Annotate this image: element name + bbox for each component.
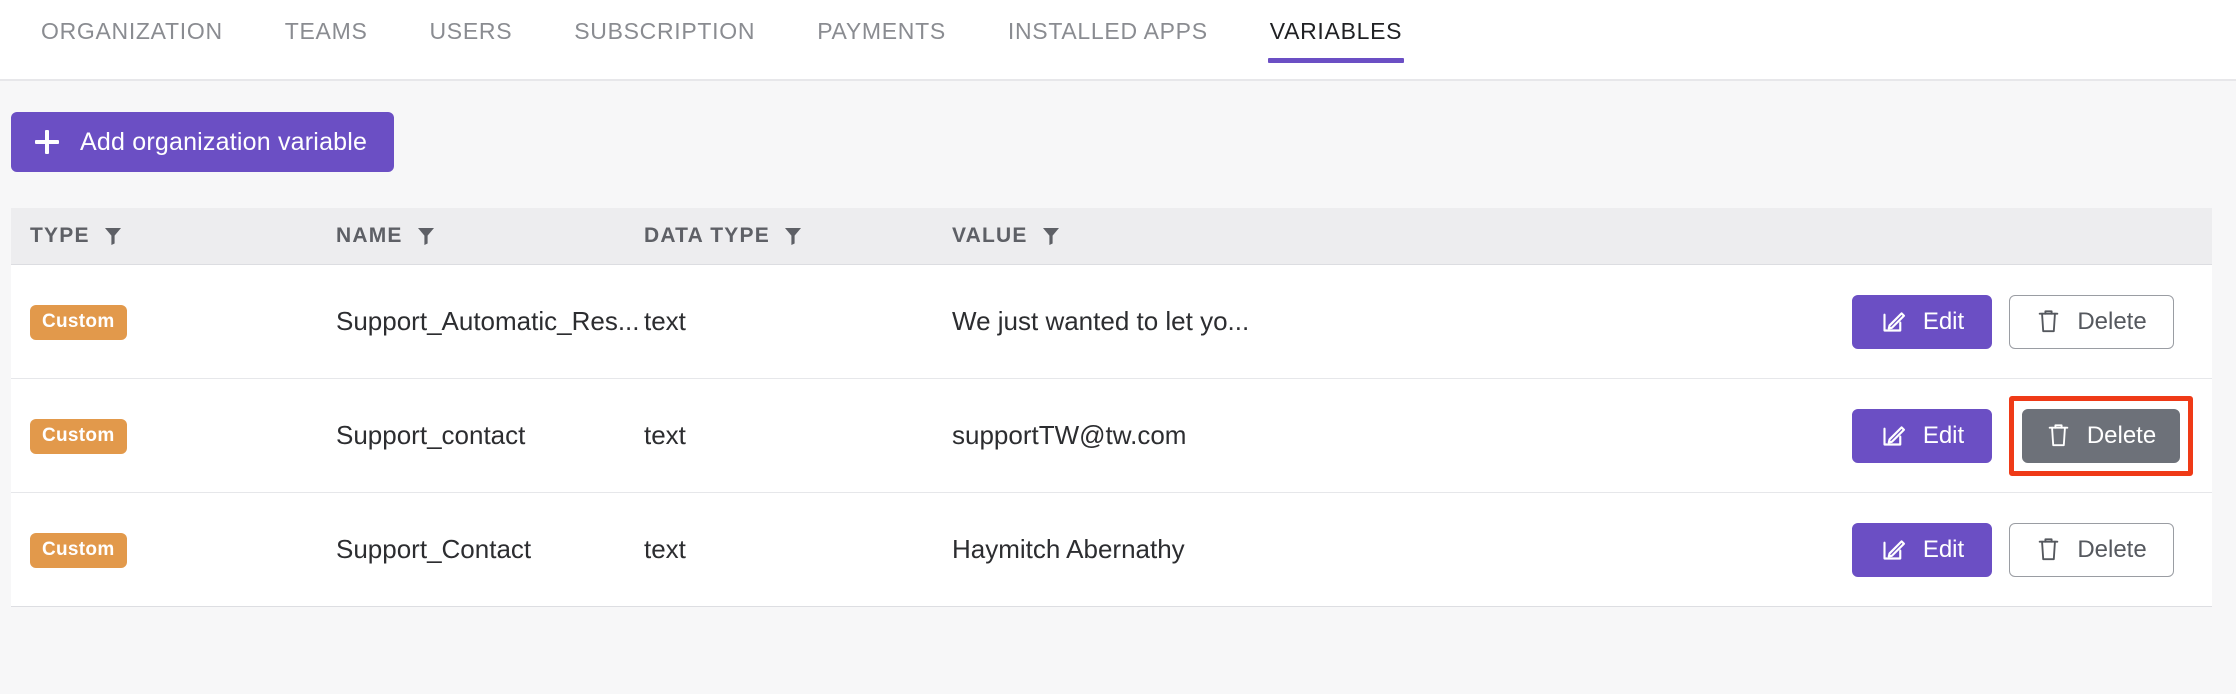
edit-button-label: Edit	[1922, 535, 1965, 563]
filter-funnel-icon[interactable]	[417, 226, 435, 246]
tab-subscription[interactable]: SUBSCRIPTION	[543, 0, 786, 62]
column-header-type-label: TYPE	[30, 224, 90, 247]
tab-label: USERS	[429, 17, 513, 44]
table-body: Custom Support_Automatic_Res... text We jus…	[11, 265, 2212, 607]
trash-icon	[2046, 422, 2071, 449]
tab-variables[interactable]: VARIABLES	[1239, 0, 1433, 63]
delete-button-label: Delete	[2086, 421, 2157, 449]
cell-type: Custom	[11, 303, 336, 340]
cell-data-type: text	[644, 306, 686, 336]
filter-funnel-icon[interactable]	[1042, 226, 1060, 246]
cell-actions: Edit Delete	[1852, 294, 2212, 349]
delete-button[interactable]: Delete	[2009, 294, 2174, 349]
add-organization-variable-button[interactable]: Add organization variable	[11, 112, 395, 172]
active-tab-underline	[1267, 58, 1405, 63]
delete-button-highlight-box: Delete	[2009, 395, 2193, 476]
tab-label: SUBSCRIPTION	[574, 17, 756, 44]
cell-type: Custom	[11, 417, 336, 454]
type-badge: Custom	[30, 419, 127, 454]
tab-label: ORGANIZATION	[41, 17, 223, 44]
cell-type: Custom	[11, 531, 336, 568]
tab-users[interactable]: USERS	[399, 0, 544, 62]
tab-organization[interactable]: ORGANIZATION	[10, 0, 254, 62]
delete-button[interactable]: Delete	[2009, 522, 2174, 577]
tab-installed-apps[interactable]: INSTALLED APPS	[977, 0, 1239, 62]
type-badge: Custom	[30, 533, 127, 568]
trash-icon	[2036, 536, 2061, 563]
tab-label: VARIABLES	[1269, 17, 1403, 44]
table-row: Custom Support_contact text supportTW@tw.co…	[11, 379, 2212, 493]
column-header-data-type: DATA TYPE	[644, 224, 952, 248]
row-action-buttons: Edit Delete	[1852, 522, 2174, 577]
filter-funnel-icon[interactable]	[104, 226, 122, 246]
variables-table: TYPE NAME DATA TYPE VALUE Custom Support…	[11, 208, 2212, 607]
tab-teams[interactable]: TEAMS	[254, 0, 399, 62]
edit-button[interactable]: Edit	[1852, 408, 1992, 463]
column-header-name: NAME	[336, 224, 644, 248]
edit-button-label: Edit	[1922, 307, 1965, 335]
edit-button-label: Edit	[1922, 421, 1965, 449]
tab-label: INSTALLED APPS	[1007, 17, 1208, 44]
delete-button-label: Delete	[2077, 307, 2147, 335]
cell-actions: Edit Delete	[1852, 522, 2212, 577]
edit-pencil-square-icon	[1880, 308, 1907, 335]
add-organization-variable-label: Add organization variable	[80, 127, 368, 156]
column-header-data-type-label: DATA TYPE	[644, 224, 770, 247]
cell-value: We just wanted to let yo...	[952, 306, 1250, 336]
delete-button[interactable]: Delete	[2022, 408, 2180, 463]
cell-actions: Edit Delete	[1852, 395, 2212, 476]
type-badge: Custom	[30, 305, 127, 340]
plus-icon	[35, 130, 59, 154]
edit-pencil-square-icon	[1880, 422, 1907, 449]
row-action-buttons: Edit Delete	[1852, 294, 2174, 349]
delete-button-label: Delete	[2077, 535, 2147, 563]
toolbar: Add organization variable	[0, 81, 2236, 172]
column-header-name-label: NAME	[336, 224, 403, 247]
cell-name: Support_contact	[336, 420, 526, 450]
row-action-buttons: Edit Delete	[1852, 395, 2193, 476]
filter-funnel-icon[interactable]	[784, 226, 802, 246]
edit-button[interactable]: Edit	[1852, 294, 1992, 349]
table-row: Custom Support_Automatic_Res... text We jus…	[11, 265, 2212, 379]
cell-value: supportTW@tw.com	[952, 420, 1187, 450]
column-header-value-label: VALUE	[952, 224, 1028, 247]
trash-icon	[2036, 308, 2061, 335]
edit-button[interactable]: Edit	[1852, 522, 1992, 577]
cell-value: Haymitch Abernathy	[952, 534, 1185, 564]
tab-label: PAYMENTS	[817, 17, 946, 44]
cell-name: Support_Automatic_Res...	[336, 306, 640, 336]
edit-pencil-square-icon	[1880, 536, 1907, 563]
cell-name: Support_Contact	[336, 534, 532, 564]
column-header-value: VALUE	[952, 224, 1852, 248]
cell-data-type: text	[644, 420, 686, 450]
table-row: Custom Support_Contact text Haymitch Aberna…	[11, 493, 2212, 607]
tab-payments[interactable]: PAYMENTS	[786, 0, 977, 62]
tab-label: TEAMS	[284, 17, 368, 44]
cell-data-type: text	[644, 534, 686, 564]
column-header-type: TYPE	[11, 224, 336, 248]
settings-tab-bar: ORGANIZATION TEAMS USERS SUBSCRIPTION PAYMEN…	[0, 0, 2236, 81]
table-header-row: TYPE NAME DATA TYPE VALUE	[11, 208, 2212, 265]
variables-page: ORGANIZATION TEAMS USERS SUBSCRIPTION PAYMEN…	[0, 0, 2236, 694]
